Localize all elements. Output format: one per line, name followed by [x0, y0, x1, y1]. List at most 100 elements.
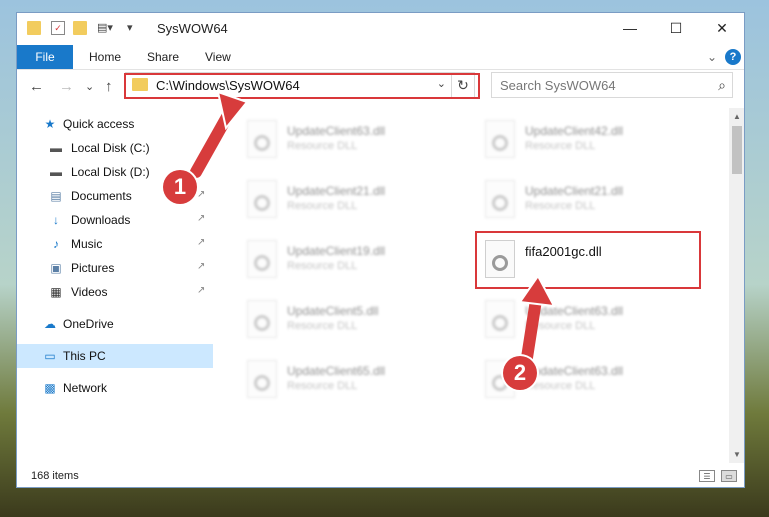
file-name: UpdateClient65.dll: [287, 364, 386, 378]
address-highlight-box: [124, 73, 480, 99]
dll-file-icon: [485, 120, 515, 158]
tab-file[interactable]: File: [17, 45, 73, 69]
file-item[interactable]: UpdateClient5.dll Resource DLL: [233, 298, 453, 346]
search-icon[interactable]: ⌕: [718, 77, 726, 94]
recent-locations-button[interactable]: ⌄: [85, 80, 94, 93]
sidebar-item-label: This PC: [63, 349, 106, 363]
step-1-badge: 1: [163, 170, 197, 204]
sidebar-item-label: Quick access: [63, 117, 135, 131]
file-item[interactable]: UpdateClient63.dll Resource DLL: [233, 118, 453, 166]
sidebar-item-label: Downloads: [71, 213, 131, 227]
sidebar-item-label: Music: [71, 237, 103, 251]
step-2-badge: 2: [503, 356, 537, 390]
dll-file-icon: [247, 300, 277, 338]
sidebar-item-downloads[interactable]: ↓ Downloads ↗: [17, 208, 213, 232]
sidebar-item-quick-access[interactable]: ★ Quick access: [17, 112, 213, 136]
pin-icon[interactable]: ↗: [197, 285, 205, 296]
properties-icon[interactable]: ✓: [51, 21, 65, 35]
drive-icon: ▬: [50, 165, 62, 179]
dll-file-icon: [247, 180, 277, 218]
download-icon: ↓: [53, 213, 59, 227]
star-icon: ★: [44, 117, 56, 131]
sidebar-item-label: Network: [63, 381, 108, 395]
file-item[interactable]: UpdateClient65.dll Resource DLL: [233, 358, 453, 406]
file-type: Resource DLL: [525, 140, 596, 152]
computer-icon: ▭: [44, 349, 56, 363]
title-bar: ✓ ▤▾ ▾ SysWOW64 — ☐ ✕: [17, 13, 744, 45]
network-icon: ▩: [44, 381, 56, 395]
sidebar-item-label: OneDrive: [63, 317, 114, 331]
file-name: UpdateClient19.dll: [287, 244, 386, 258]
vertical-scrollbar[interactable]: ▲ ▼: [729, 108, 744, 463]
new-folder-icon[interactable]: [73, 21, 87, 35]
expand-ribbon-icon[interactable]: ⌄: [707, 45, 717, 69]
item-count: 168 items: [31, 470, 79, 482]
sidebar-item-network[interactable]: ▩ Network: [17, 376, 213, 400]
scroll-up-icon[interactable]: ▲: [733, 112, 741, 121]
file-name: UpdateClient63.dll: [525, 364, 624, 378]
file-name: UpdateClient63.dll: [287, 124, 386, 138]
status-bar: 168 items ☰ ▭: [17, 465, 744, 487]
pin-icon[interactable]: ↗: [197, 189, 205, 200]
file-type: Resource DLL: [525, 380, 596, 392]
scroll-thumb[interactable]: [732, 126, 742, 174]
file-type: Resource DLL: [525, 320, 596, 332]
customize-toolbar-icon[interactable]: ▤▾: [97, 21, 113, 35]
details-view-icon[interactable]: ☰: [699, 470, 715, 482]
sidebar-item-label: Documents: [71, 189, 132, 203]
close-button[interactable]: ✕: [699, 13, 744, 43]
file-type: Resource DLL: [525, 200, 596, 212]
file-type: Resource DLL: [287, 380, 358, 392]
file-type: Resource DLL: [287, 260, 358, 272]
tab-view[interactable]: View: [205, 45, 231, 69]
sidebar-item-label: Local Disk (C:): [71, 141, 150, 155]
sidebar-item-label: Local Disk (D:): [71, 165, 150, 179]
file-item[interactable]: UpdateClient63.dll Resource DLL: [471, 298, 691, 346]
file-name: UpdateClient42.dll: [525, 124, 624, 138]
tab-home[interactable]: Home: [89, 45, 121, 69]
large-icons-view-icon[interactable]: ▭: [721, 470, 737, 482]
pin-icon[interactable]: ↗: [197, 261, 205, 272]
sidebar-item-local-disk-c[interactable]: ▬ Local Disk (C:): [17, 136, 213, 160]
sidebar-item-label: Pictures: [71, 261, 115, 275]
dll-file-icon: [485, 300, 515, 338]
sidebar-item-videos[interactable]: ▦ Videos ↗: [17, 280, 213, 304]
pictures-icon: ▣: [50, 261, 62, 275]
toolbar-dropdown-icon[interactable]: ▾: [127, 21, 141, 35]
search-box[interactable]: Search SysWOW64 ⌕: [491, 72, 733, 98]
documents-icon: ▤: [50, 189, 62, 203]
sidebar-item-pictures[interactable]: ▣ Pictures ↗: [17, 256, 213, 280]
help-icon[interactable]: ?: [725, 49, 741, 65]
file-item[interactable]: UpdateClient21.dll Resource DLL: [471, 178, 691, 226]
search-input[interactable]: Search SysWOW64: [500, 78, 616, 93]
file-name: UpdateClient21.dll: [287, 184, 386, 198]
pin-icon[interactable]: ↗: [197, 213, 205, 224]
maximize-button[interactable]: ☐: [653, 13, 699, 43]
forward-button[interactable]: →: [59, 78, 74, 95]
file-type: Resource DLL: [287, 320, 358, 332]
scroll-down-icon[interactable]: ▼: [733, 450, 741, 459]
up-button[interactable]: ↑: [105, 78, 113, 95]
folder-icon: [27, 21, 41, 35]
tab-share[interactable]: Share: [147, 45, 179, 69]
pin-icon[interactable]: ↗: [197, 237, 205, 248]
sidebar-item-onedrive[interactable]: ☁ OneDrive: [17, 312, 213, 336]
sidebar-item-label: Videos: [71, 285, 108, 299]
videos-icon: ▦: [50, 285, 62, 299]
file-item[interactable]: UpdateClient19.dll Resource DLL: [233, 238, 453, 286]
navigation-bar: ← → ⌄ ↑ C:\Windows\SysWOW64 ⌄ ↻ Search S…: [17, 70, 744, 102]
music-icon: ♪: [53, 237, 59, 251]
sidebar-item-music[interactable]: ♪ Music ↗: [17, 232, 213, 256]
file-highlight-box: [475, 231, 701, 289]
dll-file-icon: [247, 360, 277, 398]
sidebar-item-this-pc[interactable]: ▭ This PC: [17, 344, 213, 368]
ribbon: File Home Share View ⌄ ?: [17, 45, 744, 70]
file-name: UpdateClient21.dll: [525, 184, 624, 198]
file-item[interactable]: UpdateClient21.dll Resource DLL: [233, 178, 453, 226]
file-item[interactable]: UpdateClient42.dll Resource DLL: [471, 118, 691, 166]
file-name: UpdateClient63.dll: [525, 304, 624, 318]
dll-file-icon: [247, 240, 277, 278]
window-title: SysWOW64: [157, 21, 228, 36]
back-button[interactable]: ←: [29, 78, 44, 95]
minimize-button[interactable]: —: [607, 13, 653, 43]
